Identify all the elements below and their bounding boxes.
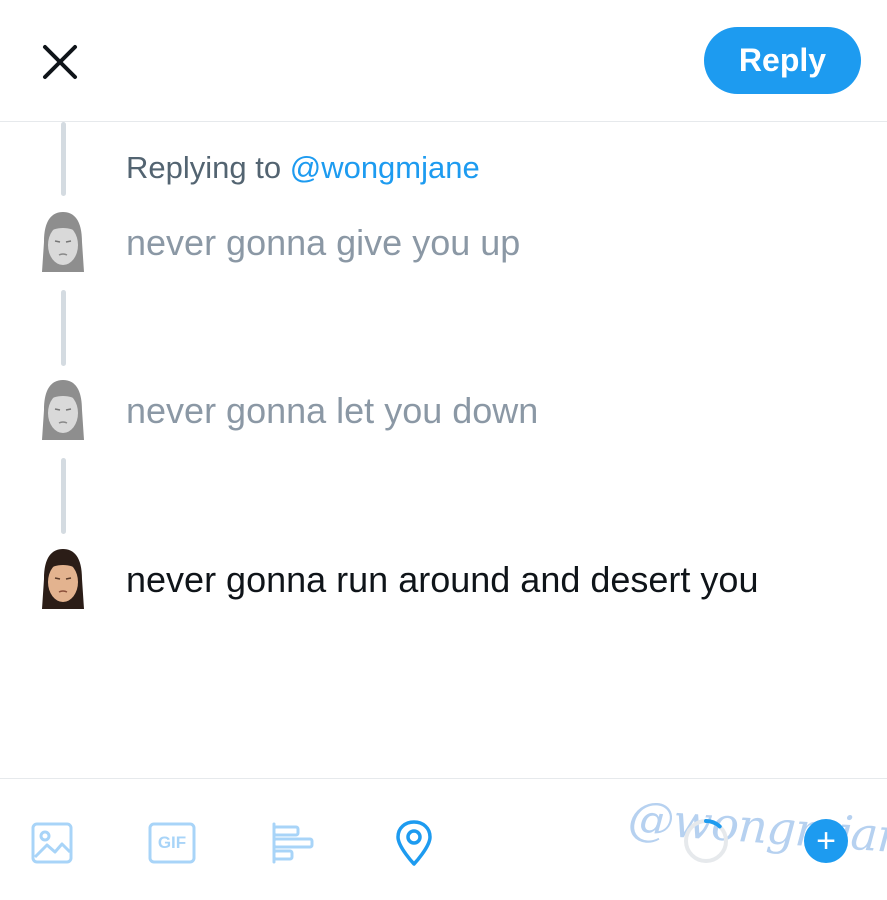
compose-header: Reply xyxy=(0,0,887,122)
tweet-text-3[interactable]: never gonna run around and desert you xyxy=(126,559,758,601)
replying-to-handle[interactable]: @wongmjane xyxy=(290,150,480,185)
close-button[interactable] xyxy=(30,32,90,92)
tweet-text-1[interactable]: never gonna give you up xyxy=(126,222,520,264)
add-tweet-button[interactable]: + xyxy=(804,819,848,863)
add-gif-button[interactable]: GIF xyxy=(144,815,200,871)
add-image-button[interactable] xyxy=(24,815,80,871)
add-poll-button[interactable] xyxy=(265,815,321,871)
add-location-button[interactable] xyxy=(386,815,442,871)
poll-icon xyxy=(272,822,314,864)
compose-reply-screen: Reply Replying to @wongmjane never gonna… xyxy=(0,0,887,900)
avatar[interactable] xyxy=(38,208,88,278)
close-icon xyxy=(43,45,77,79)
replying-to: Replying to @wongmjane xyxy=(126,150,480,186)
thread-connector-1 xyxy=(61,290,66,366)
watermark-text: @wongmjane xyxy=(626,790,887,866)
character-count-ring xyxy=(684,819,728,863)
reply-button[interactable]: Reply xyxy=(704,27,861,94)
avatar[interactable] xyxy=(38,376,88,446)
image-icon xyxy=(31,822,73,864)
compose-toolbar: GIF @wongmjane + xyxy=(0,778,887,900)
avatar[interactable] xyxy=(38,545,88,615)
gif-label: GIF xyxy=(157,833,187,852)
thread-connector-top xyxy=(61,122,66,196)
tweet-text-2[interactable]: never gonna let you down xyxy=(126,390,538,432)
thread-connector-2 xyxy=(61,458,66,534)
location-icon xyxy=(396,820,432,866)
replying-to-label: Replying to xyxy=(126,150,290,185)
